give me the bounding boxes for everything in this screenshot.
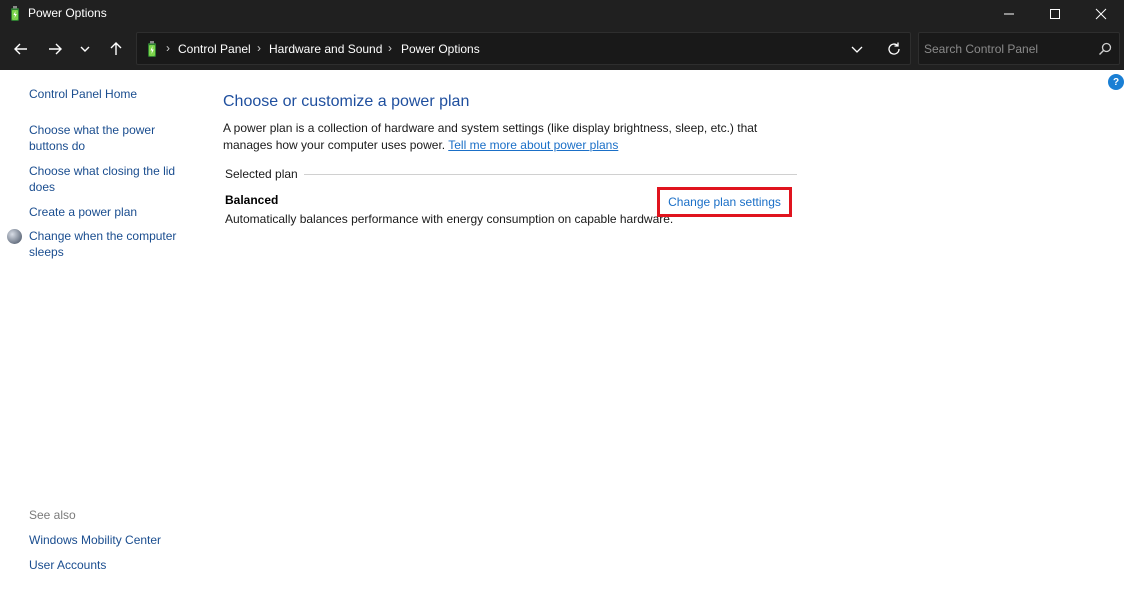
plan-name: Balanced <box>225 193 279 207</box>
title-bar: Power Options <box>0 0 1124 28</box>
moon-icon <box>7 229 22 244</box>
arrow-right-icon <box>49 43 62 55</box>
learn-more-link[interactable]: Tell me more about power plans <box>448 138 618 152</box>
back-button[interactable] <box>8 36 34 62</box>
sidebar-item-closing-lid[interactable]: Choose what closing the lid does <box>29 163 189 195</box>
sidebar-control-panel-home[interactable]: Control Panel Home <box>29 86 189 102</box>
maximize-icon <box>1050 9 1060 19</box>
minimize-icon <box>1004 13 1014 15</box>
forward-button[interactable] <box>42 36 68 62</box>
close-button[interactable] <box>1078 0 1124 28</box>
refresh-icon <box>888 42 900 55</box>
content-area: ? Control Panel Home Choose what the pow… <box>0 70 1124 590</box>
selected-plan-label: Selected plan <box>225 167 298 181</box>
window-title: Power Options <box>28 6 107 20</box>
breadcrumb-hardware-and-sound[interactable]: Hardware and Sound <box>269 42 382 56</box>
breadcrumb-separator-icon[interactable]: › <box>257 41 261 55</box>
sidebar-item-power-buttons[interactable]: Choose what the power buttons do <box>29 122 189 154</box>
breadcrumb-separator-icon: › <box>166 41 170 55</box>
close-icon <box>1095 8 1107 20</box>
change-plan-settings-link[interactable]: Change plan settings <box>657 187 792 217</box>
page-description: A power plan is a collection of hardware… <box>223 120 783 154</box>
see-also-heading: See also <box>29 508 76 522</box>
breadcrumb-control-panel[interactable]: Control Panel <box>178 42 251 56</box>
address-history-button[interactable] <box>848 41 866 57</box>
group-divider <box>304 174 797 175</box>
address-bar[interactable]: › Control Panel › Hardware and Sound › P… <box>136 32 911 65</box>
breadcrumb-power-options[interactable]: Power Options <box>401 42 480 56</box>
chevron-down-icon <box>80 46 90 52</box>
sidebar-link-user-accounts[interactable]: User Accounts <box>29 557 189 573</box>
search-icon[interactable] <box>1097 41 1113 57</box>
navigation-bar: › Control Panel › Hardware and Sound › P… <box>0 28 1124 70</box>
power-options-icon <box>11 6 19 21</box>
arrow-left-icon <box>14 43 27 55</box>
maximize-button[interactable] <box>1032 0 1078 28</box>
sidebar-item-computer-sleeps[interactable]: Change when the computer sleeps <box>29 228 189 260</box>
search-box[interactable] <box>918 32 1120 65</box>
sidebar-item-create-plan[interactable]: Create a power plan <box>29 204 189 220</box>
page-title: Choose or customize a power plan <box>223 93 470 110</box>
chevron-down-icon <box>851 46 863 53</box>
refresh-button[interactable] <box>885 40 903 58</box>
power-options-icon <box>148 41 156 57</box>
recent-locations-button[interactable] <box>74 36 96 62</box>
sidebar-link-mobility-center[interactable]: Windows Mobility Center <box>29 532 189 548</box>
plan-description: Automatically balances performance with … <box>225 212 674 226</box>
search-input[interactable] <box>919 33 1094 64</box>
minimize-button[interactable] <box>986 0 1032 28</box>
help-icon[interactable]: ? <box>1108 74 1124 90</box>
arrow-up-icon <box>110 42 122 55</box>
up-button[interactable] <box>103 36 129 62</box>
breadcrumb-separator-icon[interactable]: › <box>388 41 392 55</box>
